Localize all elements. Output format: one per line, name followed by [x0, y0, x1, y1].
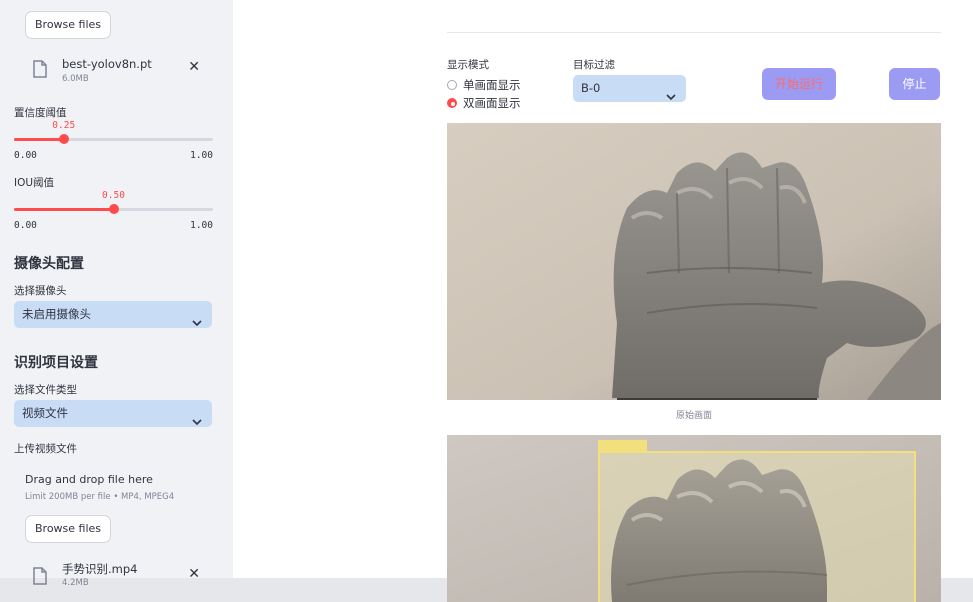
sidebar: Browse files best-yolov8n.pt 6.0MB ✕ 置信度… [0, 0, 233, 602]
project-section-title: 识别项目设置 [14, 355, 98, 371]
camera-select-value: 未启用摄像头 [22, 307, 91, 321]
confidence-value: 0.25 [52, 120, 76, 131]
dropzone-limit: Limit 200MB per file • MP4, MPEG4 [25, 492, 175, 502]
iou-max: 1.00 [190, 220, 213, 231]
remove-video-file-close-icon[interactable]: ✕ [188, 566, 200, 582]
model-file-size: 6.0MB [62, 74, 89, 84]
iou-slider[interactable]: 0.50 0.00 1.00 [14, 190, 213, 250]
start-button[interactable]: 开始运行 [762, 68, 836, 100]
video-file-name: 手势识别.mp4 [62, 562, 138, 576]
chevron-down-icon [192, 409, 202, 436]
display-mode-label: 显示模式 [447, 59, 489, 71]
confidence-slider[interactable]: 0.25 0.00 1.00 [14, 120, 213, 180]
camera-select-label: 选择摄像头 [14, 285, 67, 297]
model-uploaded-file: best-yolov8n.pt 6.0MB ✕ [28, 57, 208, 91]
target-filter-select[interactable]: B-0 [573, 75, 686, 102]
confidence-slider-fill [14, 138, 64, 141]
remove-model-file-close-icon[interactable]: ✕ [188, 59, 200, 75]
confidence-min: 0.00 [14, 150, 37, 161]
file-icon [32, 60, 48, 82]
camera-select[interactable]: 未启用摄像头 [14, 301, 212, 328]
iou-value: 0.50 [102, 190, 125, 201]
confidence-slider-label: 置信度阈值 [14, 107, 67, 119]
file-type-select[interactable]: 视频文件 [14, 400, 212, 427]
confidence-slider-thumb[interactable] [58, 134, 69, 144]
iou-slider-fill [14, 208, 114, 211]
model-browse-files-button[interactable]: Browse files [25, 11, 112, 39]
dropzone-title[interactable]: Drag and drop file here [25, 473, 153, 486]
radio-selected-icon [447, 98, 457, 108]
radio-dual-view[interactable]: 双画面显示 [447, 95, 521, 111]
video-uploaded-file: 手势识别.mp4 4.2MB ✕ [28, 561, 208, 595]
confidence-max: 1.00 [190, 150, 213, 161]
confidence-slider-track[interactable] [14, 138, 213, 141]
file-type-select-value: 视频文件 [22, 406, 68, 420]
hand-detection-image [447, 435, 941, 602]
target-filter-value: B-0 [581, 81, 601, 95]
file-icon [32, 567, 48, 589]
original-frame-caption: 原始画面 [675, 411, 712, 421]
model-file-name: best-yolov8n.pt [62, 57, 152, 71]
stop-button[interactable]: 停止 [889, 68, 940, 100]
chevron-down-icon [192, 310, 202, 337]
radio-unselected-icon [447, 80, 457, 90]
video-upload-label: 上传视频文件 [14, 443, 77, 455]
radio-single-view-label: 单画面显示 [463, 78, 521, 92]
original-frame-image [447, 123, 941, 400]
file-type-select-label: 选择文件类型 [14, 384, 77, 396]
camera-section-title: 摄像头配置 [14, 256, 84, 272]
iou-min: 0.00 [14, 220, 37, 231]
target-filter-label: 目标过滤 [573, 59, 615, 71]
radio-single-view[interactable]: 单画面显示 [447, 77, 521, 93]
radio-dual-view-label: 双画面显示 [463, 96, 521, 110]
top-divider [447, 32, 941, 33]
detection-frame-image [447, 435, 941, 602]
iou-slider-label: IOU阈值 [14, 177, 55, 189]
video-browse-files-button[interactable]: Browse files [25, 515, 112, 543]
video-file-size: 4.2MB [62, 578, 89, 588]
chevron-down-icon [666, 84, 676, 111]
iou-slider-thumb[interactable] [108, 204, 119, 214]
hand-fist-image [447, 123, 941, 400]
